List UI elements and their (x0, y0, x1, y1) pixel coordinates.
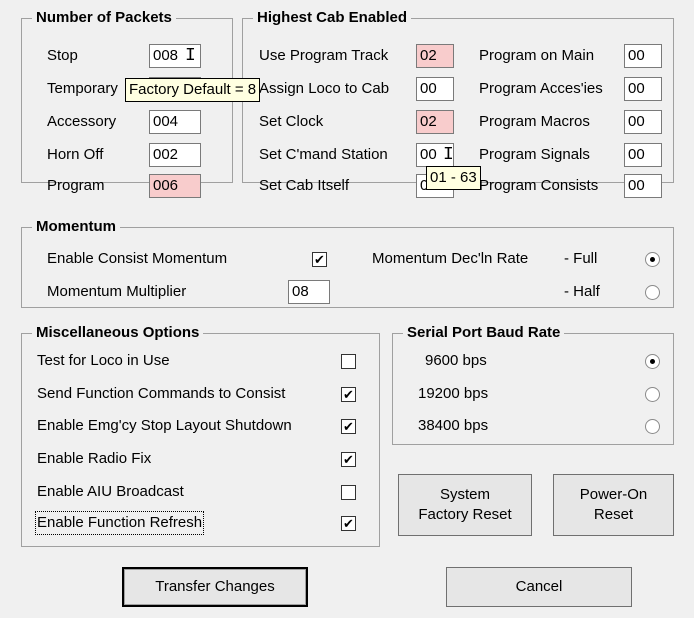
consist-momentum-label: Enable Consist Momentum (47, 250, 228, 267)
momentum-multiplier-field[interactable]: 08 (288, 280, 330, 304)
cab-label-program-on-main: Program on Main (479, 47, 595, 64)
cab-field-program-on-main[interactable]: 00 (624, 44, 662, 68)
packet-label-temporary: Temporary (47, 80, 118, 97)
packet-field-program[interactable]: 006 (149, 174, 201, 198)
packet-field-horn-off[interactable]: 002 (149, 143, 201, 167)
system-factory-reset-button[interactable]: System Factory Reset (398, 474, 532, 536)
radio-selected-dot (650, 257, 655, 262)
cab-field-assign-loco[interactable]: 00 (416, 77, 454, 101)
baud-radio-9600[interactable] (645, 354, 660, 369)
misc-label-aiu-broadcast: Enable AIU Broadcast (37, 483, 184, 500)
cab-field-program-consists[interactable]: 00 (624, 174, 662, 198)
baud-label-19200: 19200 bps (418, 385, 489, 402)
factory-default-tooltip: Factory Default = 8 (125, 78, 261, 102)
momentum-group-title: Momentum (32, 218, 120, 236)
baud-group-title: Serial Port Baud Rate (403, 324, 565, 342)
cab-label-set-cab-itself: Set Cab Itself (259, 177, 350, 194)
misc-checkbox-function-refresh[interactable]: ✔ (341, 516, 356, 531)
momentum-multiplier-label: Momentum Multiplier (47, 283, 187, 300)
misc-label-radio-fix: Enable Radio Fix (37, 450, 152, 467)
baud-radio-19200[interactable] (645, 387, 660, 402)
misc-checkbox-aiu-broadcast[interactable] (341, 485, 356, 500)
momentum-half-label: - Half (564, 283, 600, 300)
momentum-rate-label: Momentum Dec'ln Rate (372, 250, 529, 267)
momentum-full-radio[interactable] (645, 252, 660, 267)
momentum-full-label: - Full (564, 250, 598, 267)
cab-label-program-consists: Program Consists (479, 177, 599, 194)
misc-checkbox-send-function[interactable]: ✔ (341, 387, 356, 402)
packet-label-accessory: Accessory (47, 113, 117, 130)
baud-label-9600: 9600 bps (425, 352, 487, 369)
cab-label-set-command-station: Set C'mand Station (259, 146, 388, 163)
text-cursor-icon: I (443, 145, 454, 165)
cab-label-program-signals: Program Signals (479, 146, 590, 163)
misc-label-send-function: Send Function Commands to Consist (37, 385, 286, 402)
consist-momentum-checkbox[interactable]: ✔ (312, 252, 327, 267)
packet-label-horn-off: Horn Off (47, 146, 104, 163)
cab-field-set-clock[interactable]: 02 (416, 110, 454, 134)
packet-label-program: Program (47, 177, 105, 194)
misc-group-title: Miscellaneous Options (32, 324, 204, 342)
transfer-changes-button[interactable]: Transfer Changes (122, 567, 308, 607)
packet-label-stop: Stop (47, 47, 78, 64)
misc-checkbox-emergency-stop[interactable]: ✔ (341, 419, 356, 434)
baud-radio-38400[interactable] (645, 419, 660, 434)
baud-label-38400: 38400 bps (418, 417, 489, 434)
misc-label-test-loco: Test for Loco in Use (37, 352, 170, 369)
radio-selected-dot (650, 359, 655, 364)
range-tooltip: 01 - 63 (426, 166, 481, 190)
cab-label-assign-loco: Assign Loco to Cab (259, 80, 390, 97)
misc-checkbox-test-loco[interactable] (341, 354, 356, 369)
cab-group-title: Highest Cab Enabled (253, 9, 412, 27)
cab-field-program-macros[interactable]: 00 (624, 110, 662, 134)
packets-group-title: Number of Packets (32, 9, 176, 27)
text-cursor-icon: I (185, 46, 196, 66)
cab-field-program-accessories[interactable]: 00 (624, 77, 662, 101)
misc-checkbox-radio-fix[interactable]: ✔ (341, 452, 356, 467)
cab-field-program-signals[interactable]: 00 (624, 143, 662, 167)
misc-label-function-refresh: Enable Function Refresh (34, 511, 205, 535)
packet-field-accessory[interactable]: 004 (149, 110, 201, 134)
cab-label-program-track: Use Program Track (259, 47, 389, 64)
cab-label-program-macros: Program Macros (479, 113, 590, 130)
power-on-reset-button[interactable]: Power-On Reset (553, 474, 674, 536)
misc-label-emergency-stop: Enable Emg'cy Stop Layout Shutdown (37, 417, 292, 434)
cab-field-program-track[interactable]: 02 (416, 44, 454, 68)
cab-label-set-clock: Set Clock (259, 113, 324, 130)
momentum-half-radio[interactable] (645, 285, 660, 300)
cab-label-program-accessories: Program Acces'ies (479, 80, 603, 97)
cancel-button[interactable]: Cancel (446, 567, 632, 607)
